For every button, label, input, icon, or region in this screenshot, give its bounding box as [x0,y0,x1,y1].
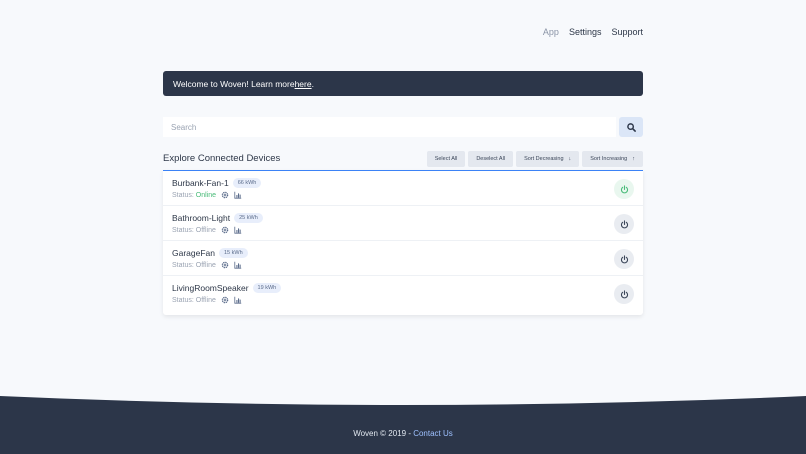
device-name[interactable]: GarageFan [172,248,215,258]
device-row: Bathroom-Light 25 kWh Status: Offline [163,206,643,241]
status-label: Status: [172,226,194,234]
device-name[interactable]: Burbank-Fan-1 [172,178,229,188]
search-bar [163,117,643,137]
device-row: GarageFan 15 kWh Status: Offline [163,241,643,276]
search-icon [626,122,636,132]
nav-app-link[interactable]: App [543,27,559,37]
nav-settings-link[interactable]: Settings [569,27,602,37]
banner-suffix: . [311,78,314,89]
gear-icon[interactable] [221,191,229,199]
search-button[interactable] [619,117,643,137]
power-button[interactable] [614,284,634,304]
energy-badge: 15 kWh [219,248,248,258]
deselect-all-button[interactable]: Deselect All [468,150,514,167]
arrow-up-icon: ↑ [632,155,635,162]
device-name[interactable]: LivingRoomSpeaker [172,283,249,293]
arrow-down-icon: ↓ [568,155,572,162]
sort-decreasing-label: Sort Decreasing [524,155,564,162]
status-value: Offline [195,296,216,304]
welcome-banner: Welcome to Woven! Learn more here. [163,71,643,96]
footer-text: Woven © 2019 - [353,429,414,438]
power-icon [620,289,628,298]
device-name[interactable]: Bathroom-Light [172,213,230,223]
bar-chart-icon[interactable] [234,191,242,199]
search-input[interactable] [163,117,616,137]
energy-badge: 66 kWh [232,178,262,188]
power-button[interactable] [614,214,634,234]
sort-increasing-button[interactable]: Sort Increasing ↑ [582,150,643,167]
nav-support-link[interactable]: Support [611,27,643,37]
bar-chart-icon[interactable] [234,296,242,304]
select-all-button[interactable]: Select All [426,150,466,167]
status-value: Online [195,191,217,199]
banner-here-link[interactable]: here [295,79,312,89]
contact-us-link[interactable]: Contact Us [413,429,453,438]
devices-header: Explore Connected Devices Select All Des… [163,150,643,167]
banner-text: Welcome to Woven! Learn more [173,78,295,89]
power-button[interactable] [614,249,634,269]
section-title: Explore Connected Devices [163,153,281,164]
gear-icon[interactable] [221,296,229,304]
sort-increasing-label: Sort Increasing [590,155,628,162]
status-value: Offline [195,226,216,234]
device-row: Burbank-Fan-1 66 kWh Status: Online [163,171,643,206]
status-label: Status: [172,296,194,304]
power-button[interactable] [614,179,634,199]
footer: Woven © 2019 - Contact Us [0,429,806,438]
gear-icon[interactable] [221,226,229,234]
energy-badge: 25 kWh [234,213,263,223]
device-row: LivingRoomSpeaker 19 kWh Status: Offline [163,276,643,311]
bar-chart-icon[interactable] [234,226,242,234]
power-icon [620,254,628,263]
gear-icon[interactable] [221,261,229,269]
sort-decreasing-button[interactable]: Sort Decreasing ↓ [516,150,580,167]
status-label: Status: [172,191,194,199]
top-nav: App Settings Support [533,27,643,37]
status-value: Offline [195,261,216,269]
footer-wave [0,396,806,454]
power-icon [620,184,628,193]
bar-chart-icon[interactable] [234,261,242,269]
status-label: Status: [172,261,194,269]
power-icon [620,219,628,228]
device-list: Burbank-Fan-1 66 kWh Status: Online Bathro… [163,170,643,315]
energy-badge: 19 kWh [252,283,282,293]
